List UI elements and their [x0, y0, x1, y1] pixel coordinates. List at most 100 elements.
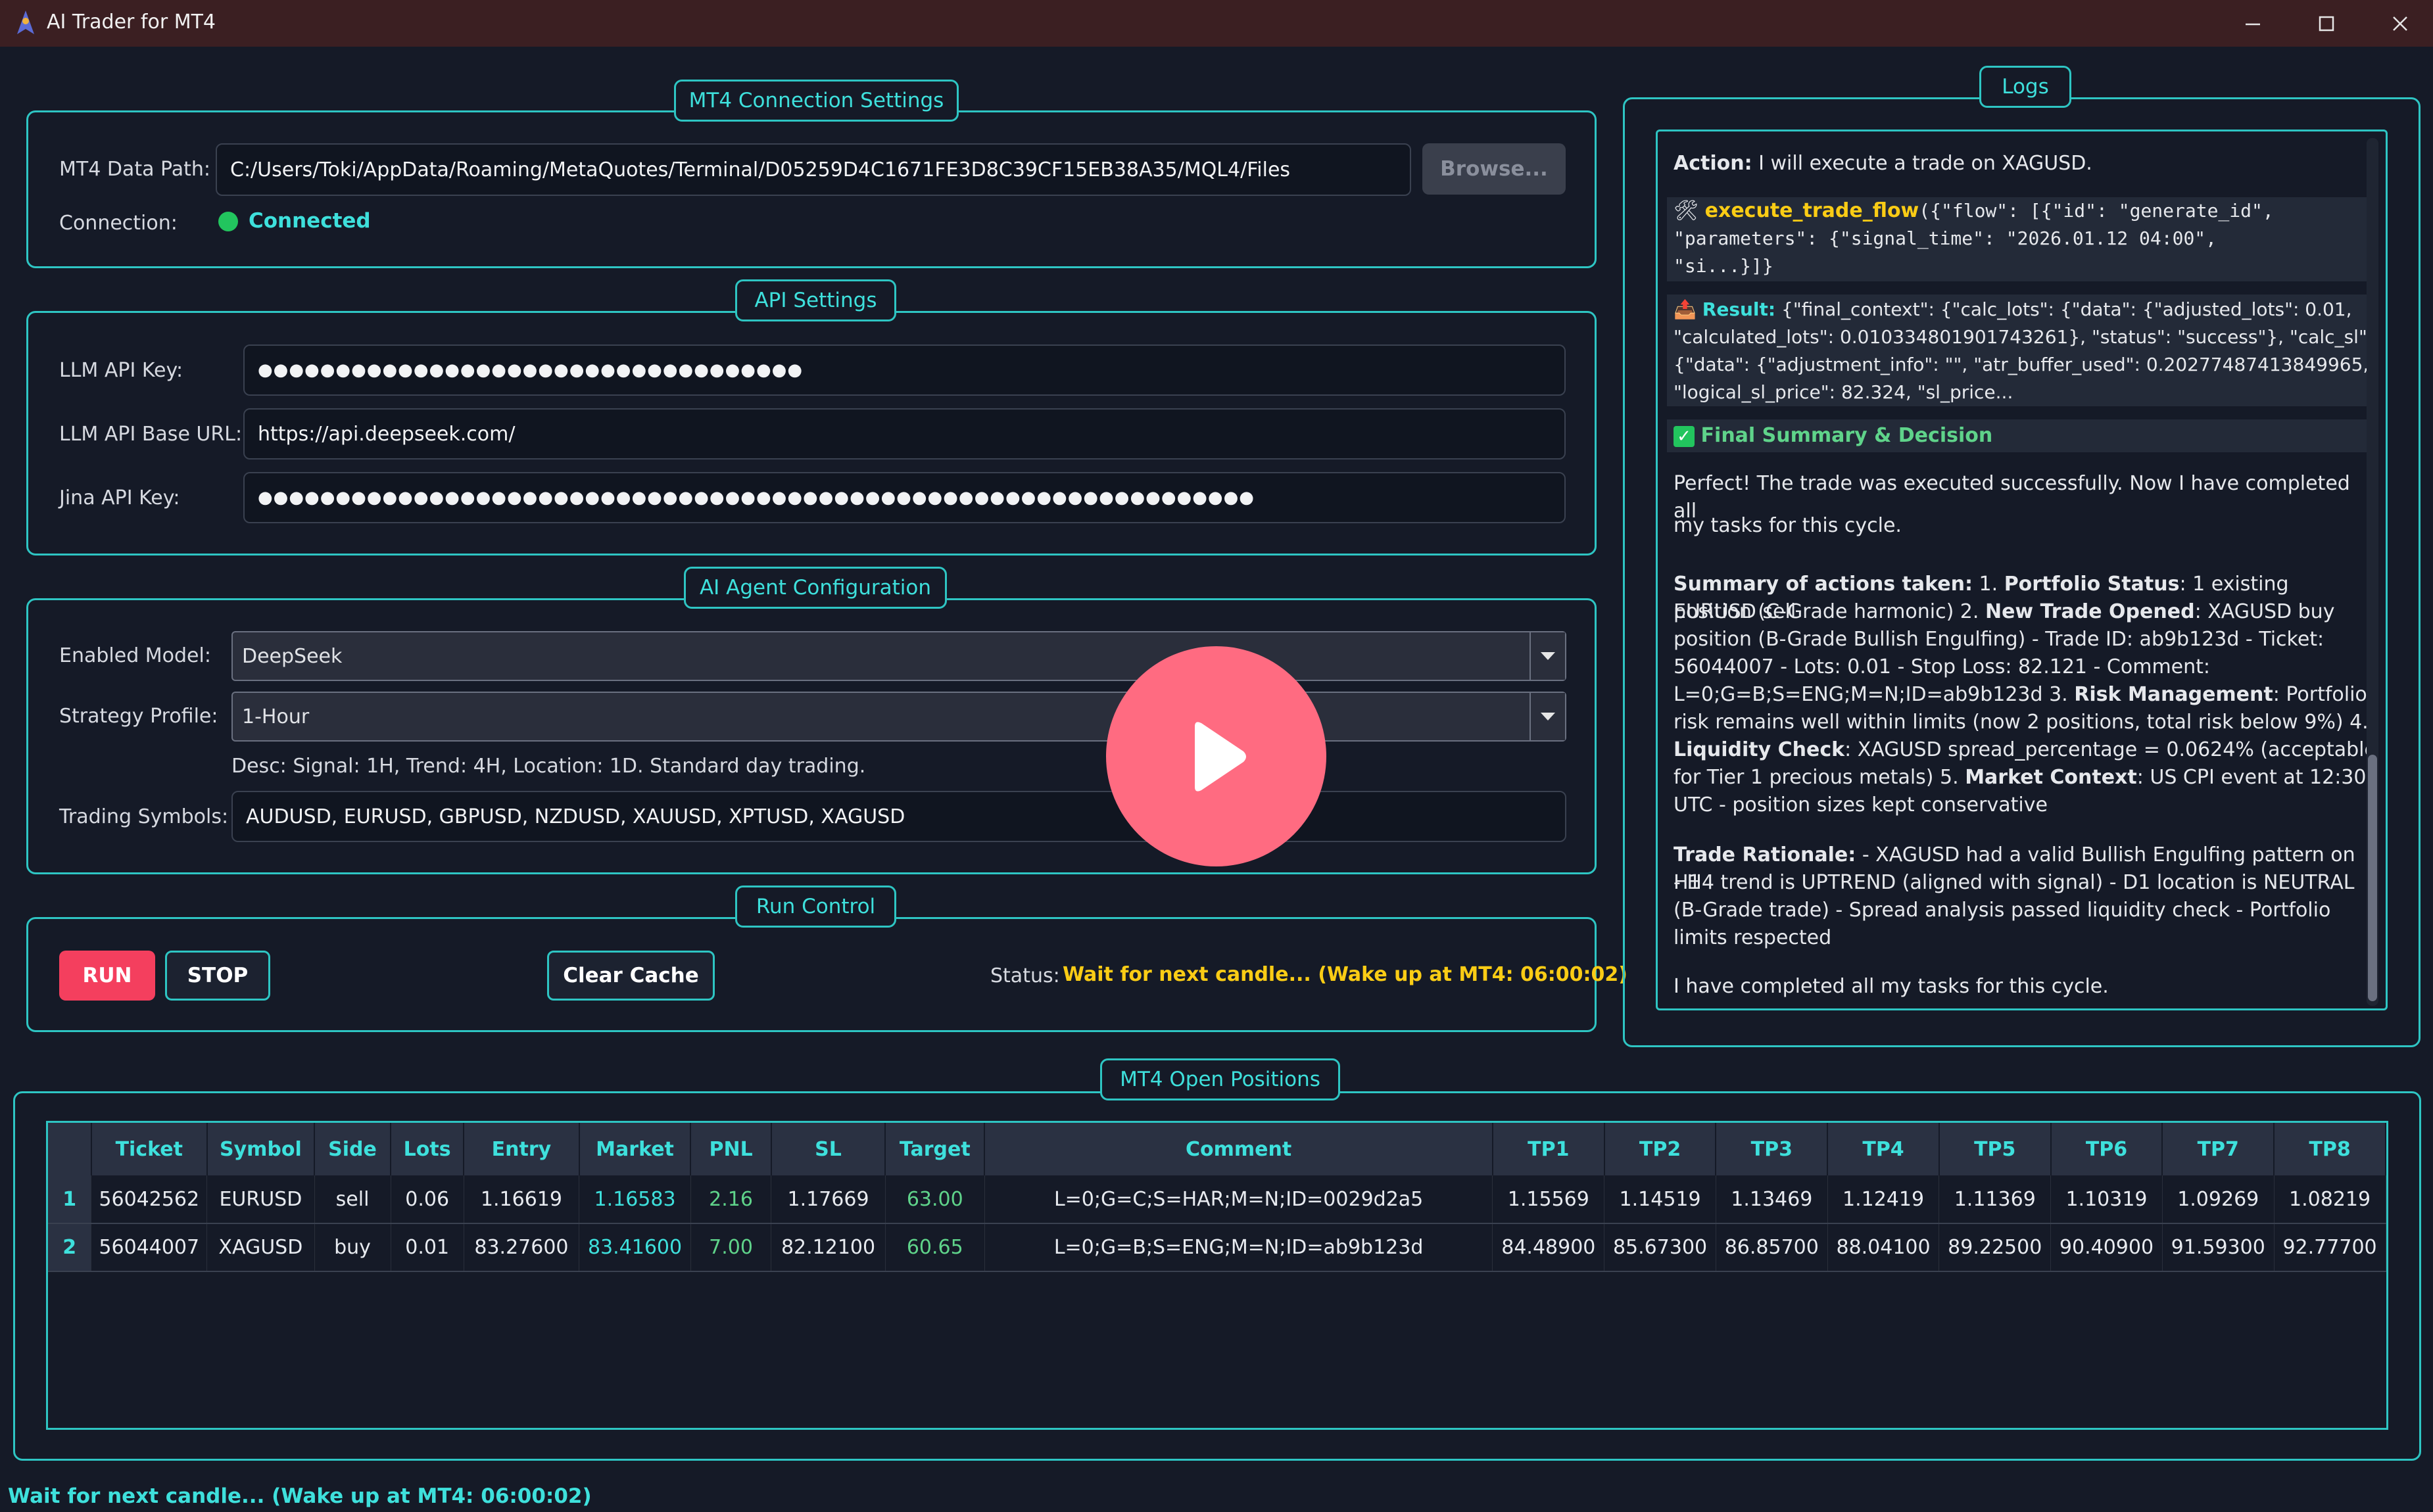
cell-tp4: 1.12419: [1827, 1175, 1940, 1224]
cell-tp8: 1.08219: [2274, 1175, 2386, 1224]
column-header-entry[interactable]: Entry: [464, 1123, 580, 1175]
log-text: position (B-Grade Bullish Engulfing) - T…: [1674, 628, 2325, 651]
model-dropdown-button[interactable]: [1530, 632, 1565, 680]
log-result-line: {"data": {"adjustment_info": "", "atr_bu…: [1674, 354, 2369, 375]
cell-side: buy: [314, 1223, 391, 1272]
cell-market: 83.41600: [579, 1223, 691, 1272]
column-header-symbol[interactable]: Symbol: [206, 1123, 316, 1175]
log-text: limits respected: [1674, 926, 1832, 949]
strategy-value: 1-Hour: [242, 705, 310, 728]
data-path-label: MT4 Data Path:: [59, 158, 211, 181]
log-text: (B-Grade trade) - Spread analysis passed…: [1674, 899, 2331, 922]
cell-entry: 1.16619: [464, 1175, 580, 1224]
llm-key-label: LLM API Key:: [59, 359, 183, 382]
log-scrollbar-track[interactable]: [2367, 138, 2378, 1006]
play-overlay-button[interactable]: [1106, 646, 1326, 866]
column-header-market[interactable]: Market: [579, 1123, 692, 1175]
chevron-down-icon: [1541, 652, 1555, 660]
row-number[interactable]: 1: [48, 1175, 92, 1224]
close-button[interactable]: [2363, 0, 2433, 47]
positions-table: Ticket Symbol Side Lots Entry Market PNL SL Targ…: [48, 1123, 2386, 1272]
cell-tp2: 1.14519: [1604, 1175, 1716, 1224]
base-url-label: LLM API Base URL:: [59, 423, 243, 446]
cell-comment: L=0;G=C;S=HAR;M=N;ID=0029d2a5: [984, 1175, 1493, 1224]
play-icon: [1194, 721, 1246, 791]
cell-tp2: 85.67300: [1604, 1223, 1716, 1272]
connection-group-title: MT4 Connection Settings: [674, 80, 959, 122]
run-status-label: Status:: [990, 964, 1060, 987]
log-text: L=0;G=B;S=ENG;M=N;ID=ab9b123d 3. Risk Ma…: [1674, 683, 2367, 706]
log-text: risk remains well within limits (now 2 p…: [1674, 711, 2369, 734]
jina-key-label: Jina API Key:: [59, 486, 180, 509]
log-view[interactable]: Action: I will execute a trade on XAGUSD…: [1656, 130, 2388, 1010]
column-header-comment[interactable]: Comment: [984, 1123, 1493, 1175]
cell-entry: 83.27600: [464, 1223, 580, 1272]
logs-group-title: Logs: [1979, 66, 2071, 108]
cell-ticket: 56044007: [91, 1223, 208, 1272]
column-header-tp8[interactable]: TP8: [2274, 1123, 2386, 1175]
column-header-lots[interactable]: Lots: [391, 1123, 465, 1175]
run-group-title: Run Control: [735, 886, 896, 928]
symbols-input[interactable]: AUDUSD, EURUSD, GBPUSD, NZDUSD, XAUUSD, …: [231, 791, 1566, 842]
column-header-tp6[interactable]: TP6: [2050, 1123, 2163, 1175]
status-bar-text: Wait for next candle... (Wake up at MT4:…: [8, 1484, 592, 1508]
cell-pnl: 7.00: [690, 1223, 772, 1272]
model-select[interactable]: DeepSeek: [231, 631, 1566, 681]
jina-key-input[interactable]: ●●●●●●●●●●●●●●●●●●●●●●●●●●●●●●●●●●●●●●●●…: [243, 472, 1566, 523]
browse-button[interactable]: Browse...: [1422, 143, 1566, 195]
column-header-tp3[interactable]: TP3: [1716, 1123, 1829, 1175]
cell-symbol: XAGUSD: [206, 1223, 315, 1272]
chevron-down-icon: [1541, 713, 1555, 721]
log-result: 📤 Result: {"final_context": {"calc_lots"…: [1674, 298, 2352, 320]
strategy-dropdown-button[interactable]: [1530, 693, 1565, 740]
table-header-row: Ticket Symbol Side Lots Entry Market PNL SL Targ…: [48, 1123, 2386, 1175]
table-row[interactable]: 2 56044007 XAGUSD buy 0.01 83.27600 83.41600 7.…: [48, 1223, 2386, 1272]
column-header-target[interactable]: Target: [885, 1123, 986, 1175]
column-header-pnl[interactable]: PNL: [690, 1123, 772, 1175]
column-header-tp1[interactable]: TP1: [1492, 1123, 1605, 1175]
cell-side: sell: [314, 1175, 391, 1224]
maximize-icon: [2319, 16, 2334, 31]
minimize-button[interactable]: [2216, 0, 2290, 47]
llm-key-input[interactable]: ●●●●●●●●●●●●●●●●●●●●●●●●●●●●●●●●●●●: [243, 344, 1566, 396]
table-row[interactable]: 1 56042562 EURUSD sell 0.06 1.16619 1.16583 2.1…: [48, 1175, 2386, 1224]
model-value: DeepSeek: [242, 644, 343, 668]
run-status-value: Wait for next candle... (Wake up at MT4:…: [1063, 963, 1627, 986]
log-text: position (C-Grade harmonic) 2. New Trade…: [1674, 600, 2335, 623]
column-header-tp4[interactable]: TP4: [1827, 1123, 1940, 1175]
cell-tp6: 1.10319: [2050, 1175, 2163, 1224]
column-header-tp7[interactable]: TP7: [2162, 1123, 2275, 1175]
row-number[interactable]: 2: [48, 1223, 92, 1272]
cell-sl: 82.12100: [771, 1223, 886, 1272]
cell-target: 63.00: [885, 1175, 985, 1224]
base-url-input[interactable]: https://api.deepseek.com/: [243, 408, 1566, 460]
window-title: AI Trader for MT4: [47, 11, 216, 34]
log-text: for Tier 1 precious metals) 5. Market Co…: [1674, 766, 2367, 789]
log-text: my tasks for this cycle.: [1674, 514, 1902, 537]
column-header-side[interactable]: Side: [314, 1123, 392, 1175]
cell-tp7: 1.09269: [2162, 1175, 2275, 1224]
log-text: I have completed all my tasks for this c…: [1674, 975, 2109, 998]
cell-symbol: EURUSD: [206, 1175, 315, 1224]
column-header-tp5[interactable]: TP5: [1939, 1123, 2052, 1175]
column-header-sl[interactable]: SL: [771, 1123, 886, 1175]
maximize-button[interactable]: [2290, 0, 2363, 47]
model-label: Enabled Model:: [59, 644, 211, 667]
result-icon: 📤: [1674, 298, 1697, 320]
data-path-input[interactable]: C:/Users/Toki/AppData/Roaming/MetaQuotes…: [216, 143, 1411, 196]
log-tool-call: 🛠 execute_trade_flow({"flow": [{"id": "g…: [1674, 199, 2274, 222]
column-header-ticket[interactable]: Ticket: [91, 1123, 208, 1175]
log-tool-args: "si...}]}: [1674, 255, 1773, 277]
column-header-tp2[interactable]: TP2: [1604, 1123, 1717, 1175]
clear-cache-button[interactable]: Clear Cache: [547, 951, 715, 1001]
api-group-title: API Settings: [735, 279, 896, 321]
cell-market: 1.16583: [579, 1175, 691, 1224]
log-scrollbar-thumb[interactable]: [2368, 755, 2377, 1001]
minimize-icon: [2246, 23, 2260, 25]
stop-button[interactable]: STOP: [165, 951, 270, 1001]
cell-lots: 0.06: [391, 1175, 464, 1224]
run-button[interactable]: RUN: [59, 951, 155, 1001]
strategy-select[interactable]: 1-Hour: [231, 692, 1566, 742]
log-result-line: "logical_sl_price": 82.324, "sl_price...: [1674, 381, 2013, 403]
final-summary-title: ✓ Final Summary & Decision: [1674, 422, 2377, 450]
